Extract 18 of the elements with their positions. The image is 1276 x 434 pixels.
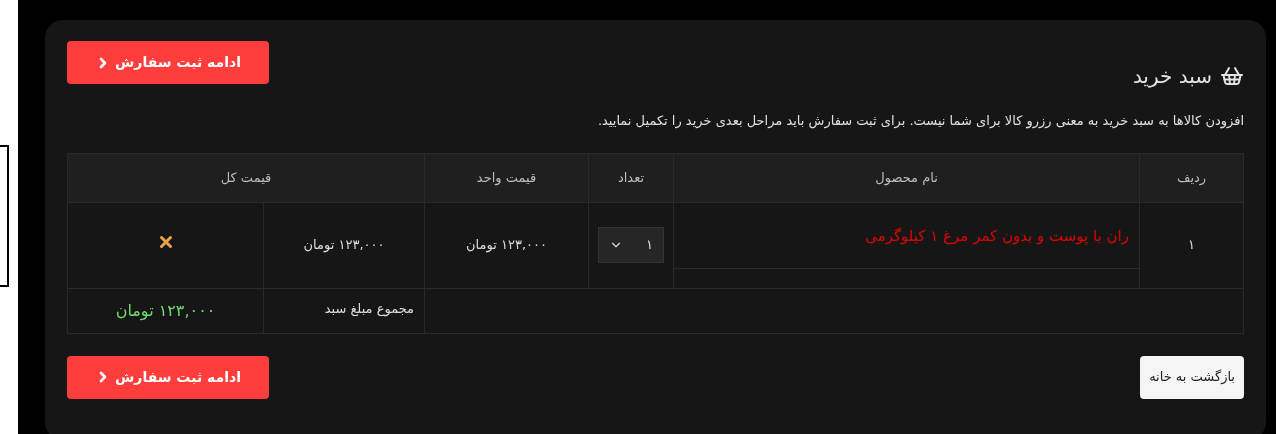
column-header: نام محصول	[673, 153, 1140, 202]
quantity-select[interactable]: ۱	[598, 227, 664, 263]
cart-notice: افزودن کالاها به سبد خرید به معنی رزرو کالا برای شما نیست. برای ثبت سفارش باید مراحل بعدی خرید را تکمیل نمایید.	[596, 112, 1244, 131]
column-header: قیمت واحد	[424, 153, 589, 202]
summary-total: ۱۲۳,۰۰۰ تومان	[67, 288, 264, 333]
cart-title: سبد خرید	[1132, 61, 1244, 91]
continue-order-button[interactable]: ادامه ثبت سفارش	[67, 41, 269, 84]
back-home-button[interactable]: بازگشت به خانه	[1140, 355, 1244, 399]
summary-label: مجموع مبلغ سبد	[263, 288, 425, 333]
column-header: تعداد	[588, 153, 674, 202]
product-name: ران با پوست و بدون کمر مرغ ۱ کیلوگرمی	[674, 202, 1139, 269]
column-header: ردیف	[1139, 153, 1244, 202]
basket-icon	[1220, 64, 1244, 88]
column-header: قیمت کل	[67, 153, 425, 202]
unit-price-cell: ۱۲۳,۰۰۰ تومان	[424, 202, 589, 288]
row-index-cell: ۱	[1139, 202, 1244, 288]
continue-order-button[interactable]: ادامه ثبت سفارش	[67, 355, 269, 399]
total-price-cell: ۱۲۳,۰۰۰ تومان	[263, 202, 425, 288]
